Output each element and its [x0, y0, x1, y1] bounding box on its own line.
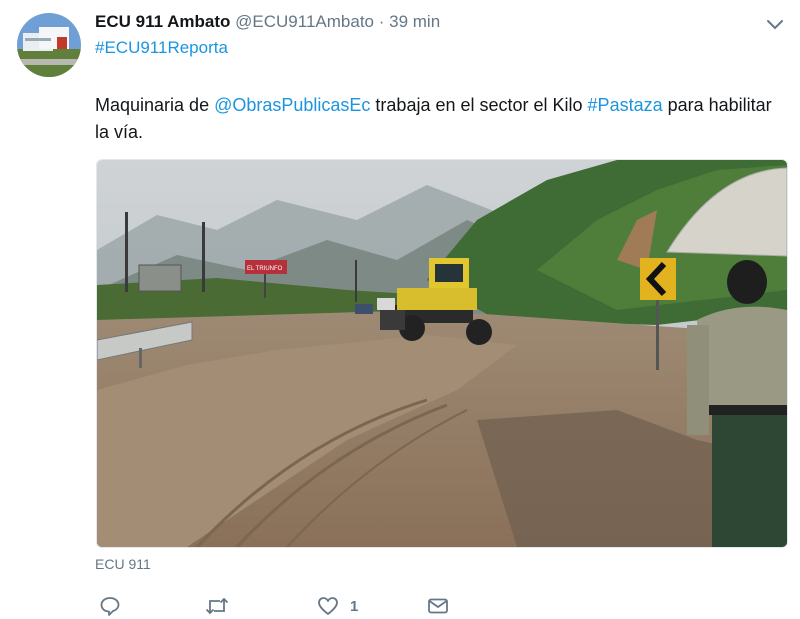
user-handle[interactable]: @ECU911Ambato	[235, 12, 374, 31]
tweet-text-segment: Maquinaria de	[95, 95, 215, 115]
tweet-photo[interactable]: EL TRIUNFO	[96, 159, 788, 548]
like-count: 1	[350, 597, 359, 615]
tweet-header: ECU 911 Ambato @ECU911Ambato · 39 min	[95, 11, 440, 33]
retweet-icon	[205, 597, 229, 615]
reply-button[interactable]	[98, 594, 122, 618]
tweet-text: Maquinaria de @ObrasPublicasEc trabaja e…	[95, 92, 775, 146]
message-button[interactable]	[426, 594, 450, 618]
timestamp[interactable]: 39 min	[389, 12, 440, 31]
media-credit: ECU 911	[95, 556, 151, 572]
hashtag-link[interactable]: #Pastaza	[588, 95, 663, 115]
header-separator: ·	[378, 12, 385, 31]
avatar[interactable]	[17, 13, 81, 77]
chevron-down-icon[interactable]	[764, 13, 786, 35]
billboard-sign-text: EL TRIUNFO	[247, 266, 283, 272]
tweet-text-segment: trabaja en el sector el Kilo	[370, 95, 588, 115]
avatar-image	[17, 13, 81, 77]
heart-icon	[318, 597, 338, 615]
header-hashtag[interactable]: #ECU911Reporta	[95, 38, 228, 58]
like-button[interactable]: 1	[316, 594, 358, 618]
display-name[interactable]: ECU 911 Ambato	[95, 12, 230, 31]
retweet-button[interactable]	[204, 594, 230, 618]
reply-icon	[100, 597, 120, 616]
envelope-icon	[428, 598, 448, 614]
mention-link[interactable]: @ObrasPublicasEc	[214, 95, 370, 115]
